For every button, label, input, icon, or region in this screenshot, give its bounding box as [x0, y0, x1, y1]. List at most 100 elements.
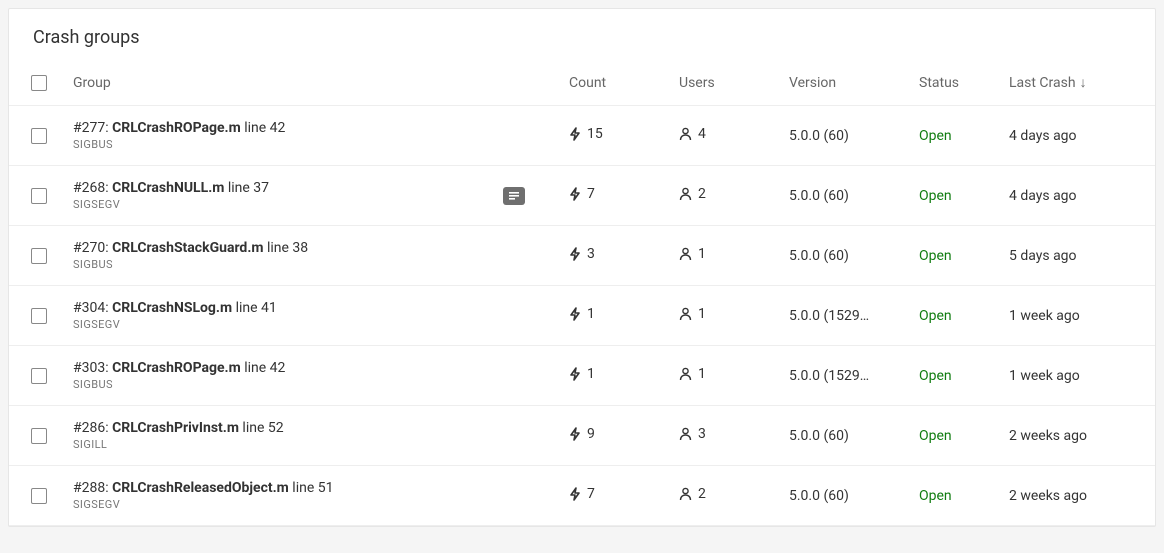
row-checkbox[interactable]	[31, 308, 47, 324]
status-cell: Open	[915, 308, 1005, 324]
count-cell: 1	[565, 306, 675, 325]
group-suffix: line 42	[241, 120, 286, 136]
select-all-cell	[9, 75, 69, 91]
group-cell: #304: CRLCrashNSLog.m line 41 SIGSEGV	[69, 300, 565, 331]
version-cell: 5.0.0 (60)	[785, 128, 915, 144]
group-signal: SIGSEGV	[73, 198, 269, 211]
column-header-version[interactable]: Version	[785, 75, 915, 91]
column-header-status[interactable]: Status	[915, 75, 1005, 91]
last-crash-cell: 4 days ago	[1005, 128, 1135, 144]
group-file: CRLCrashROPage.m	[112, 360, 241, 376]
table-row[interactable]: #268: CRLCrashNULL.m line 37 SIGSEGV 7 2…	[9, 166, 1155, 226]
column-header-users[interactable]: Users	[675, 75, 785, 91]
users-value: 3	[698, 426, 706, 442]
group-cell: #286: CRLCrashPrivInst.m line 52 SIGILL	[69, 420, 565, 451]
count-cell: 9	[565, 426, 675, 445]
bolt-icon	[569, 247, 581, 261]
table-row[interactable]: #304: CRLCrashNSLog.m line 41 SIGSEGV 1 …	[9, 286, 1155, 346]
count-cell: 7	[565, 486, 675, 505]
last-crash-cell: 1 week ago	[1005, 308, 1135, 324]
group-line: #286: CRLCrashPrivInst.m line 52	[73, 420, 284, 436]
last-crash-cell: 4 days ago	[1005, 188, 1135, 204]
group-cell: #270: CRLCrashStackGuard.m line 38 SIGBU…	[69, 240, 565, 271]
sort-descending-icon: ↓	[1080, 75, 1087, 91]
row-checkbox-cell	[9, 128, 69, 144]
group-file: CRLCrashStackGuard.m	[112, 240, 263, 256]
count-value: 7	[587, 186, 595, 202]
users-cell: 1	[675, 246, 785, 265]
group-signal: SIGBUS	[73, 378, 285, 391]
table-row[interactable]: #288: CRLCrashReleasedObject.m line 51 S…	[9, 466, 1155, 526]
group-signal: SIGSEGV	[73, 498, 333, 511]
count-cell: 3	[565, 246, 675, 265]
group-cell: #277: CRLCrashROPage.m line 42 SIGBUS	[69, 120, 565, 151]
select-all-checkbox[interactable]	[31, 75, 47, 91]
users-value: 1	[698, 246, 706, 262]
group-cell: #303: CRLCrashROPage.m line 42 SIGBUS	[69, 360, 565, 391]
users-value: 2	[698, 186, 706, 202]
row-checkbox[interactable]	[31, 368, 47, 384]
group-file: CRLCrashNSLog.m	[112, 300, 232, 316]
group-line: #288: CRLCrashReleasedObject.m line 51	[73, 480, 333, 496]
row-checkbox-cell	[9, 368, 69, 384]
group-file: CRLCrashROPage.m	[112, 120, 241, 136]
user-icon	[679, 367, 692, 381]
note-icon	[503, 187, 525, 205]
group-suffix: line 41	[232, 300, 277, 316]
row-checkbox[interactable]	[31, 248, 47, 264]
row-checkbox-cell	[9, 428, 69, 444]
row-checkbox[interactable]	[31, 128, 47, 144]
user-icon	[679, 427, 692, 441]
group-id: #277:	[73, 120, 112, 136]
group-signal: SIGSEGV	[73, 318, 277, 331]
count-value: 1	[587, 366, 595, 382]
group-suffix: line 42	[241, 360, 286, 376]
row-checkbox-cell	[9, 188, 69, 204]
bolt-icon	[569, 187, 581, 201]
table-row[interactable]: #303: CRLCrashROPage.m line 42 SIGBUS 1 …	[9, 346, 1155, 406]
status-cell: Open	[915, 128, 1005, 144]
version-cell: 5.0.0 (60)	[785, 188, 915, 204]
group-text: #304: CRLCrashNSLog.m line 41 SIGSEGV	[73, 300, 277, 331]
users-cell: 3	[675, 426, 785, 445]
group-text: #270: CRLCrashStackGuard.m line 38 SIGBU…	[73, 240, 308, 271]
group-file: CRLCrashNULL.m	[112, 180, 224, 196]
row-checkbox[interactable]	[31, 188, 47, 204]
count-value: 3	[587, 246, 595, 262]
table-row[interactable]: #286: CRLCrashPrivInst.m line 52 SIGILL …	[9, 406, 1155, 466]
user-icon	[679, 247, 692, 261]
group-suffix: line 37	[224, 180, 269, 196]
group-id: #268:	[73, 180, 112, 196]
group-text: #286: CRLCrashPrivInst.m line 52 SIGILL	[73, 420, 284, 451]
column-header-group[interactable]: Group	[69, 75, 565, 91]
group-suffix: line 52	[239, 420, 284, 436]
user-icon	[679, 487, 692, 501]
bolt-icon	[569, 127, 581, 141]
last-crash-cell: 5 days ago	[1005, 248, 1135, 264]
count-value: 7	[587, 486, 595, 502]
column-header-count[interactable]: Count	[565, 75, 675, 91]
count-value: 15	[587, 126, 603, 142]
users-cell: 4	[675, 126, 785, 145]
column-header-last-crash-label: Last Crash	[1009, 75, 1076, 91]
group-file: CRLCrashReleasedObject.m	[112, 480, 289, 496]
row-checkbox[interactable]	[31, 488, 47, 504]
group-line: #304: CRLCrashNSLog.m line 41	[73, 300, 277, 316]
status-cell: Open	[915, 368, 1005, 384]
table-row[interactable]: #277: CRLCrashROPage.m line 42 SIGBUS 15…	[9, 106, 1155, 166]
count-cell: 7	[565, 186, 675, 205]
group-text: #277: CRLCrashROPage.m line 42 SIGBUS	[73, 120, 285, 151]
row-checkbox[interactable]	[31, 428, 47, 444]
crash-groups-card: Crash groups Group Count Users Version S…	[8, 8, 1156, 527]
group-suffix: line 38	[264, 240, 309, 256]
bolt-icon	[569, 487, 581, 501]
users-cell: 1	[675, 306, 785, 325]
bolt-icon	[569, 427, 581, 441]
column-header-last-crash[interactable]: Last Crash↓	[1005, 74, 1135, 91]
group-signal: SIGBUS	[73, 138, 285, 151]
group-line: #268: CRLCrashNULL.m line 37	[73, 180, 269, 196]
group-id: #286:	[73, 420, 112, 436]
user-icon	[679, 187, 692, 201]
table-row[interactable]: #270: CRLCrashStackGuard.m line 38 SIGBU…	[9, 226, 1155, 286]
group-text: #303: CRLCrashROPage.m line 42 SIGBUS	[73, 360, 285, 391]
